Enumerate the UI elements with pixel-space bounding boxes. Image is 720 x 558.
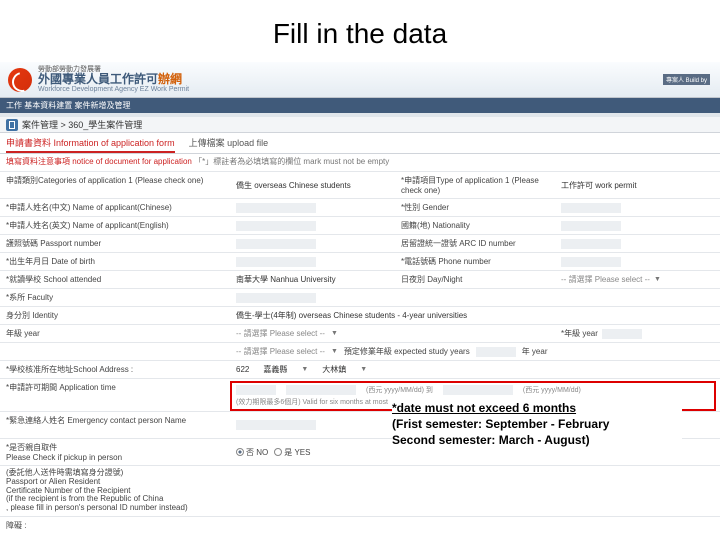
select-expected[interactable]: 請選擇 Please select [236, 346, 325, 357]
label-app-time: *申請許可期間 Application time [0, 379, 230, 411]
label-faculty: *系所 Faculty [0, 289, 230, 306]
top-menu: 工作 基本資料建置 案件新增及管理 [0, 98, 720, 113]
notice-a: 填寫資料注意事項 notice of document for applicat… [6, 157, 192, 166]
label-phone: *電話號碼 Phone number [395, 253, 555, 270]
input-expected[interactable] [476, 347, 516, 357]
label-gender: *性別 Gender [395, 199, 555, 216]
label-category: 申請類別Categories of application 1 (Please … [0, 172, 230, 198]
input-gender[interactable] [561, 203, 621, 213]
label-passport: 護照號碼 Passport number [0, 235, 230, 252]
section-title: 案件管理 > 360_學生案件管理 [22, 118, 142, 131]
addr-town: 大林鎮 [322, 364, 346, 375]
radio-no[interactable]: 否 NO [236, 447, 268, 458]
notice: 填寫資料注意事項 notice of document for applicat… [0, 154, 720, 169]
input-date-from[interactable] [286, 385, 356, 395]
banner-credit: 專案人 Build by [663, 74, 710, 85]
chevron-down-icon: ▼ [301, 366, 308, 373]
note-line-1: *date must not exceed 6 months [392, 401, 576, 415]
label-address: *學校核准所在地址School Address : [0, 361, 230, 378]
addr-zip: 622 [236, 365, 249, 374]
radio-yes[interactable]: 是 YES [274, 447, 310, 458]
banner-en: Workforce Development Agency EZ Work Per… [38, 86, 189, 93]
date-to-hint: (西元 yyyy/MM/dd) [523, 385, 581, 395]
label-year: 年級 year [0, 325, 230, 342]
input-dob[interactable] [236, 257, 316, 267]
value-identity: 僑生-學士(4年制) overseas Chinese students - 4… [236, 310, 467, 321]
page-title: Fill in the data [0, 18, 720, 50]
tab-upload-file[interactable]: 上傳檔案 upload file [189, 136, 269, 153]
value-type: 工作許可 work permit [561, 180, 637, 191]
logo-icon [8, 68, 32, 92]
label-pickup: *是否親自取件 Please Check if pickup in person [0, 439, 230, 465]
select-daynight[interactable]: 請選擇 Please select [561, 274, 650, 285]
tab-application-info[interactable]: 申請書資料 Information of application form [6, 136, 175, 153]
label-identity: 身分別 Identity [0, 307, 230, 324]
select-year[interactable]: 請選擇 Please select [236, 328, 325, 339]
input-emerg-name[interactable] [236, 420, 316, 430]
tab-row: 申請書資料 Information of application form 上傳… [0, 133, 720, 154]
date-valid-hint: (效力期限最多6個月) Valid for six months at most [236, 397, 388, 407]
note-line-2: (Frist semester: September - February [392, 417, 609, 431]
label-emerg-name: *緊急連絡人姓名 Emergency contact person Name [0, 412, 230, 438]
note-line-3: Second semester: March - August) [392, 433, 590, 447]
input-faculty[interactable] [236, 293, 316, 303]
value-school: 南華大學 Nanhua University [236, 274, 336, 285]
label-school: *就讀學校 School attended [0, 271, 230, 288]
label-arc: 居留證統一證號 ARC ID number [395, 235, 555, 252]
notice-b: 「*」標註者為必填填寫的欄位 mark must not be empty [194, 157, 389, 166]
annotation-note: *date must not exceed 6 months (Frist se… [392, 400, 682, 449]
label-remark: 障礙 : [0, 517, 230, 534]
input-year2[interactable] [602, 329, 642, 339]
input-nationality[interactable] [561, 221, 621, 231]
input-name-en[interactable] [236, 221, 316, 231]
label-name-ch: *申請人姓名(中文) Name of applicant(Chinese) [0, 199, 230, 216]
label-year2: *年級 year [561, 328, 598, 339]
label-dob: *出生年月日 Date of birth [0, 253, 230, 270]
label-daynight: 日夜別 Day/Night [395, 271, 555, 288]
form: 申請類別Categories of application 1 (Please … [0, 169, 720, 536]
banner: 勞動部勞動力發展署 外國專業人員工作許可辦網 Workforce Develop… [0, 62, 720, 98]
value-category: 僑生 overseas Chinese students [236, 180, 351, 191]
chevron-down-icon: ▼ [654, 276, 661, 283]
label-expected: 預定修業年級 expected study years [344, 346, 470, 357]
addr-county: 嘉義縣 [263, 364, 287, 375]
banner-main-2: 辦網 [158, 72, 182, 86]
input-passport[interactable] [236, 239, 316, 249]
input-name-ch[interactable] [236, 203, 316, 213]
label-name-en: *申請人姓名(英文) Name of applicant(English) [0, 217, 230, 234]
banner-main: 外國專業人員工作許可辦網 [38, 73, 189, 86]
label-type: *申請項目Type of application 1 (Please check… [395, 172, 555, 198]
date-from-hint: (西元 yyyy/MM/dd) 到 [366, 385, 433, 395]
label-recipient-id: (委託他人送件時需填寫身分證號) Passport or Alien Resid… [0, 466, 230, 516]
input-date-to[interactable] [443, 385, 513, 395]
label-nationality: 國籍(地) Nationality [395, 217, 555, 234]
chevron-down-icon: ▼ [360, 366, 367, 373]
banner-main-1: 外國專業人員工作許可 [38, 72, 158, 86]
section-bar: 案件管理 > 360_學生案件管理 [0, 117, 720, 133]
input-phone[interactable] [561, 257, 621, 267]
chevron-down-icon: ▼ [331, 348, 338, 355]
chevron-down-icon: ▼ [331, 330, 338, 337]
list-icon [6, 119, 18, 131]
input-addr-detail[interactable] [236, 385, 276, 395]
label-year-unit: 年 year [522, 346, 548, 357]
input-arc[interactable] [561, 239, 621, 249]
